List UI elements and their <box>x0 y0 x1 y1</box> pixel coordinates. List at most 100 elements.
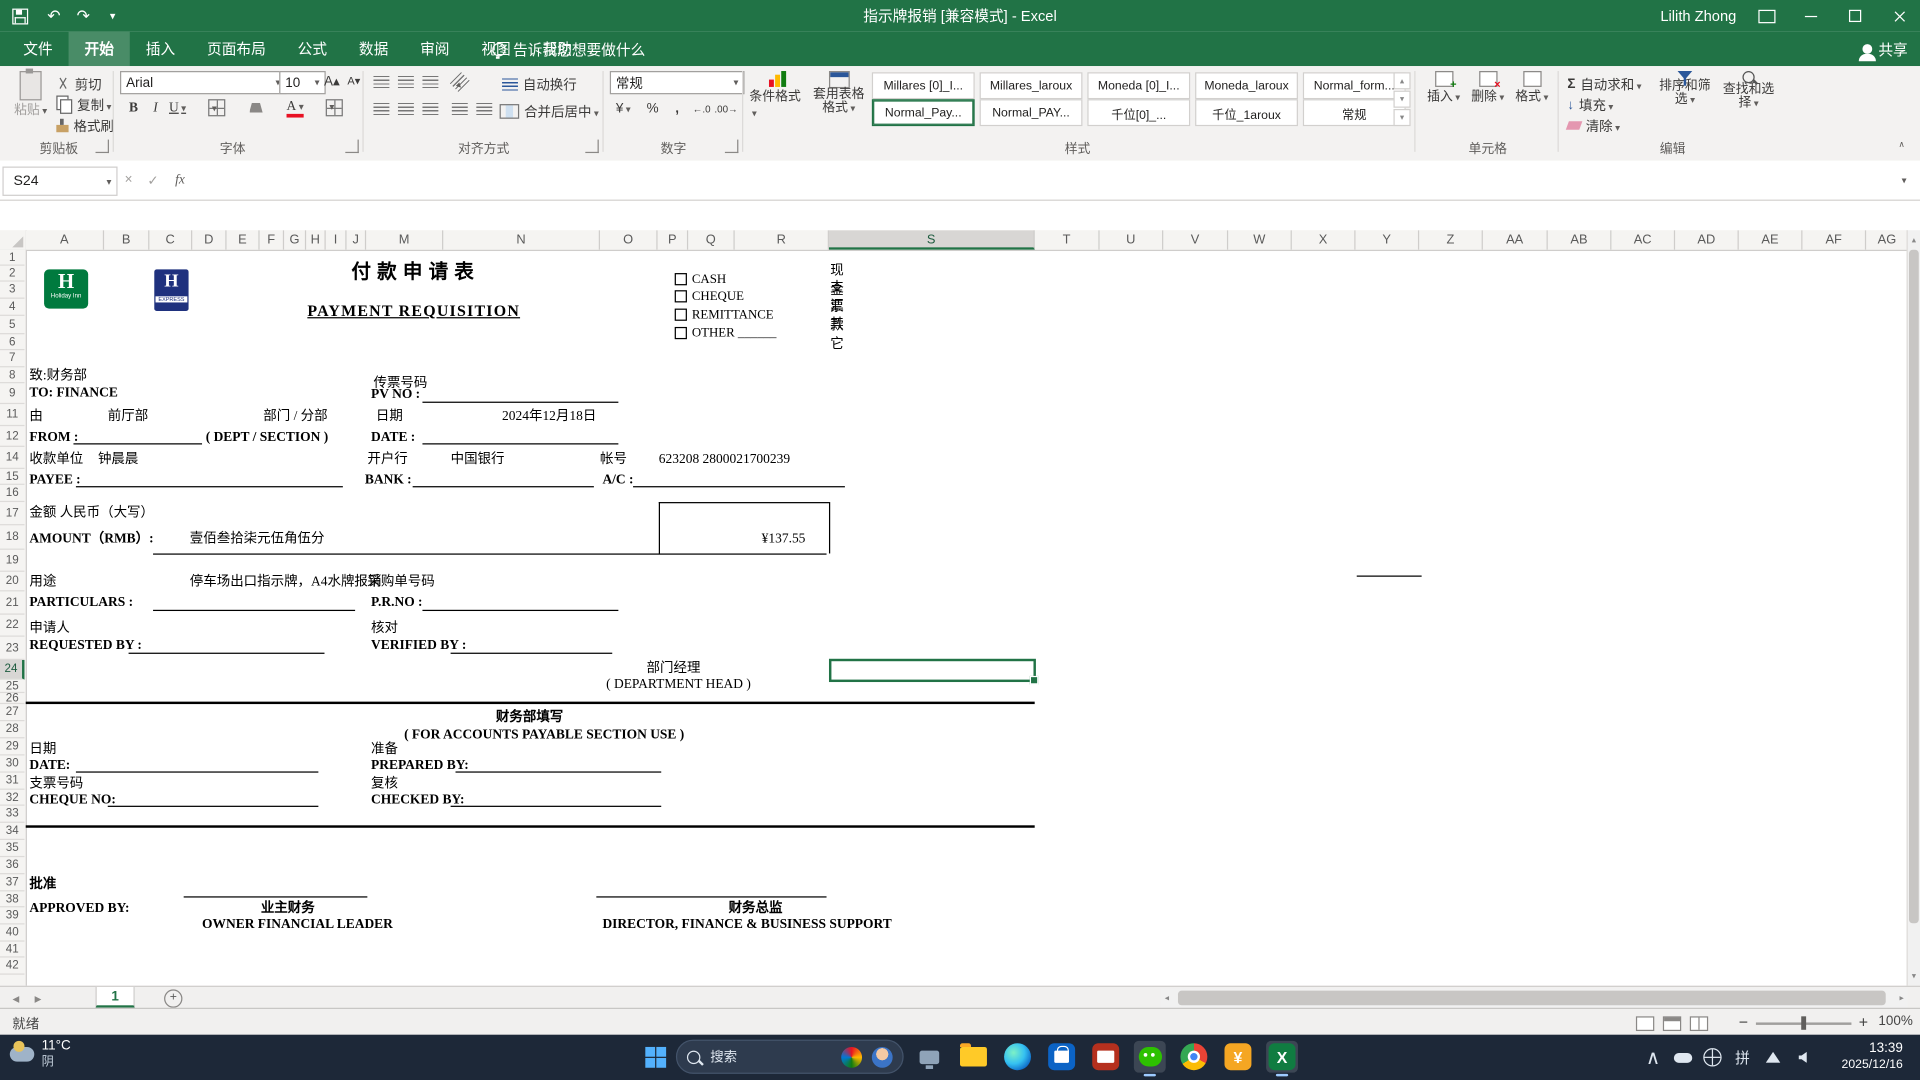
cell-style-2-3[interactable]: 千位[0]_... <box>1087 99 1191 127</box>
column-header-N[interactable]: N <box>443 230 600 250</box>
tray-volume-icon[interactable] <box>1790 1035 1814 1080</box>
cell-style-2-4[interactable]: 千位_1aroux <box>1195 99 1298 127</box>
tray-hidden-icons-button[interactable]: ∧ <box>1641 1035 1665 1080</box>
scroll-left-arrow[interactable]: ◂ <box>1161 991 1173 1006</box>
cut-button[interactable]: 剪切 <box>56 73 102 94</box>
row-header-7[interactable]: 7 <box>0 350 25 368</box>
wrap-text-button[interactable]: 自动换行 <box>502 73 577 94</box>
sheet-nav-right-button[interactable]: ▸ <box>27 988 49 1008</box>
insert-function-button[interactable]: fx <box>169 170 191 190</box>
clear-button[interactable]: 清除 <box>1565 115 1620 136</box>
row-header-30[interactable]: 30 <box>0 756 25 773</box>
checkbox-2[interactable] <box>674 290 687 303</box>
row-header-34[interactable]: 34 <box>0 823 25 840</box>
row-header-28[interactable]: 28 <box>0 721 25 739</box>
column-header-T[interactable]: T <box>1035 230 1100 250</box>
column-header-X[interactable]: X <box>1292 230 1356 250</box>
column-header-E[interactable]: E <box>227 230 260 250</box>
ribbon-tab-3[interactable]: 插入 <box>130 32 191 66</box>
increase-decimal-button[interactable]: ←.0 <box>691 99 713 119</box>
row-header-15[interactable]: 15 <box>0 469 25 485</box>
new-sheet-button[interactable] <box>164 989 183 1008</box>
row-header-42[interactable]: 42 <box>0 958 25 975</box>
row-header-11[interactable]: 11 <box>0 404 25 427</box>
column-header-M[interactable]: M <box>366 230 444 250</box>
taskbar-excel[interactable]: X <box>1266 1040 1298 1077</box>
ribbon-display-options-button[interactable] <box>1746 0 1788 32</box>
tray-network-icon[interactable] <box>1761 1035 1785 1080</box>
row-header-41[interactable]: 41 <box>0 942 25 958</box>
row-header-4[interactable]: 4 <box>0 299 25 316</box>
column-header-Y[interactable]: Y <box>1356 230 1420 250</box>
horizontal-scrollbar[interactable]: ◂ ▸ <box>1160 988 1908 1008</box>
horizontal-scroll-thumb[interactable] <box>1177 990 1886 1006</box>
row-header-35[interactable]: 35 <box>0 840 25 858</box>
delete-cells-button[interactable]: × 删除 <box>1467 71 1509 105</box>
ribbon-tab-2[interactable]: 开始 <box>68 31 130 67</box>
normal-view-button[interactable] <box>1635 1016 1655 1032</box>
cell-style-1-3[interactable]: Moneda [0]_I... <box>1087 72 1191 100</box>
column-header-Z[interactable]: Z <box>1419 230 1483 250</box>
row-header-19[interactable]: 19 <box>0 550 25 572</box>
tray-ime-indicator[interactable]: 拼 <box>1729 1035 1756 1080</box>
expand-formula-bar-button[interactable]: ▾ <box>1893 170 1915 190</box>
row-header-29[interactable]: 29 <box>0 738 25 756</box>
tray-cloud-icon[interactable] <box>1670 1035 1694 1080</box>
minimize-button[interactable] <box>1790 0 1832 32</box>
row-header-8[interactable]: 8 <box>0 367 25 384</box>
row-header-37[interactable]: 37 <box>0 874 25 892</box>
align-middle-button[interactable] <box>394 72 416 92</box>
column-header-R[interactable]: R <box>735 230 829 250</box>
checkbox-1[interactable] <box>674 273 687 286</box>
column-header-B[interactable]: B <box>104 230 150 250</box>
taskbar-wechat[interactable] <box>1133 1040 1166 1077</box>
column-header-F[interactable]: F <box>260 230 285 250</box>
underline-button[interactable]: U <box>167 98 189 118</box>
column-header-AC[interactable]: AC <box>1611 230 1676 250</box>
row-header-3[interactable]: 3 <box>0 282 25 299</box>
row-header-36[interactable]: 36 <box>0 857 25 875</box>
font-family-combo[interactable]: Arial ▾ <box>120 71 287 95</box>
find-select-button[interactable]: 查找和选择 <box>1717 71 1781 110</box>
accounting-format-button[interactable]: ¥ <box>612 99 634 119</box>
decrease-indent-button[interactable] <box>448 99 470 119</box>
paste-button[interactable]: 粘贴 <box>10 68 52 119</box>
column-header-C[interactable]: C <box>149 230 193 250</box>
gallery-more-button[interactable]: ▾ <box>1393 108 1411 127</box>
select-all-corner[interactable] <box>0 230 27 252</box>
row-header-39[interactable]: 39 <box>0 907 25 925</box>
row-header-31[interactable]: 31 <box>0 773 25 790</box>
column-header-I[interactable]: I <box>326 230 347 250</box>
clipboard-dialog-launcher[interactable] <box>95 139 109 154</box>
zoom-level[interactable]: 100% <box>1878 1014 1912 1029</box>
row-header-17[interactable]: 17 <box>0 502 25 526</box>
column-header-Q[interactable]: Q <box>688 230 735 250</box>
column-header-V[interactable]: V <box>1163 230 1229 250</box>
sheet-nav-left-button[interactable]: ◂ <box>5 988 27 1008</box>
taskbar-clock[interactable]: 13:39 2025/12/16 <box>1842 1041 1903 1073</box>
sort-filter-button[interactable]: 排序和筛选 <box>1656 71 1715 107</box>
cell-style-2-1[interactable]: Normal_Pay... <box>871 99 975 127</box>
cell-style-1-1[interactable]: Millares [0]_I... <box>871 72 975 100</box>
scroll-right-arrow[interactable]: ▸ <box>1896 991 1908 1006</box>
sheet-tab-1[interactable]: 1 <box>95 986 135 1008</box>
ribbon-tab-6[interactable]: 数据 <box>343 32 404 66</box>
merge-center-button[interactable]: 合并后居中 <box>499 100 599 121</box>
row-header-12[interactable]: 12 <box>0 426 25 447</box>
column-header-S[interactable]: S <box>828 230 1035 250</box>
share-button[interactable]: 共享 <box>1858 32 1908 66</box>
align-bottom-button[interactable] <box>419 72 441 92</box>
column-header-AB[interactable]: AB <box>1548 230 1612 250</box>
column-header-D[interactable]: D <box>192 230 227 250</box>
autosum-button[interactable]: Σ 自动求和 <box>1567 73 1641 94</box>
row-header-23[interactable]: 23 <box>0 637 25 660</box>
row-header-6[interactable]: 6 <box>0 334 25 351</box>
font-size-combo[interactable]: 10 ▾ <box>279 71 326 95</box>
close-button[interactable] <box>1878 0 1920 32</box>
zoom-out-button[interactable]: − <box>1739 1013 1748 1031</box>
column-header-P[interactable]: P <box>658 230 689 250</box>
row-header-38[interactable]: 38 <box>0 891 25 908</box>
vertical-scrollbar[interactable]: ▴ ▾ <box>1906 230 1920 986</box>
column-header-AD[interactable]: AD <box>1675 230 1739 250</box>
decrease-decimal-button[interactable]: .00→ <box>714 99 737 119</box>
